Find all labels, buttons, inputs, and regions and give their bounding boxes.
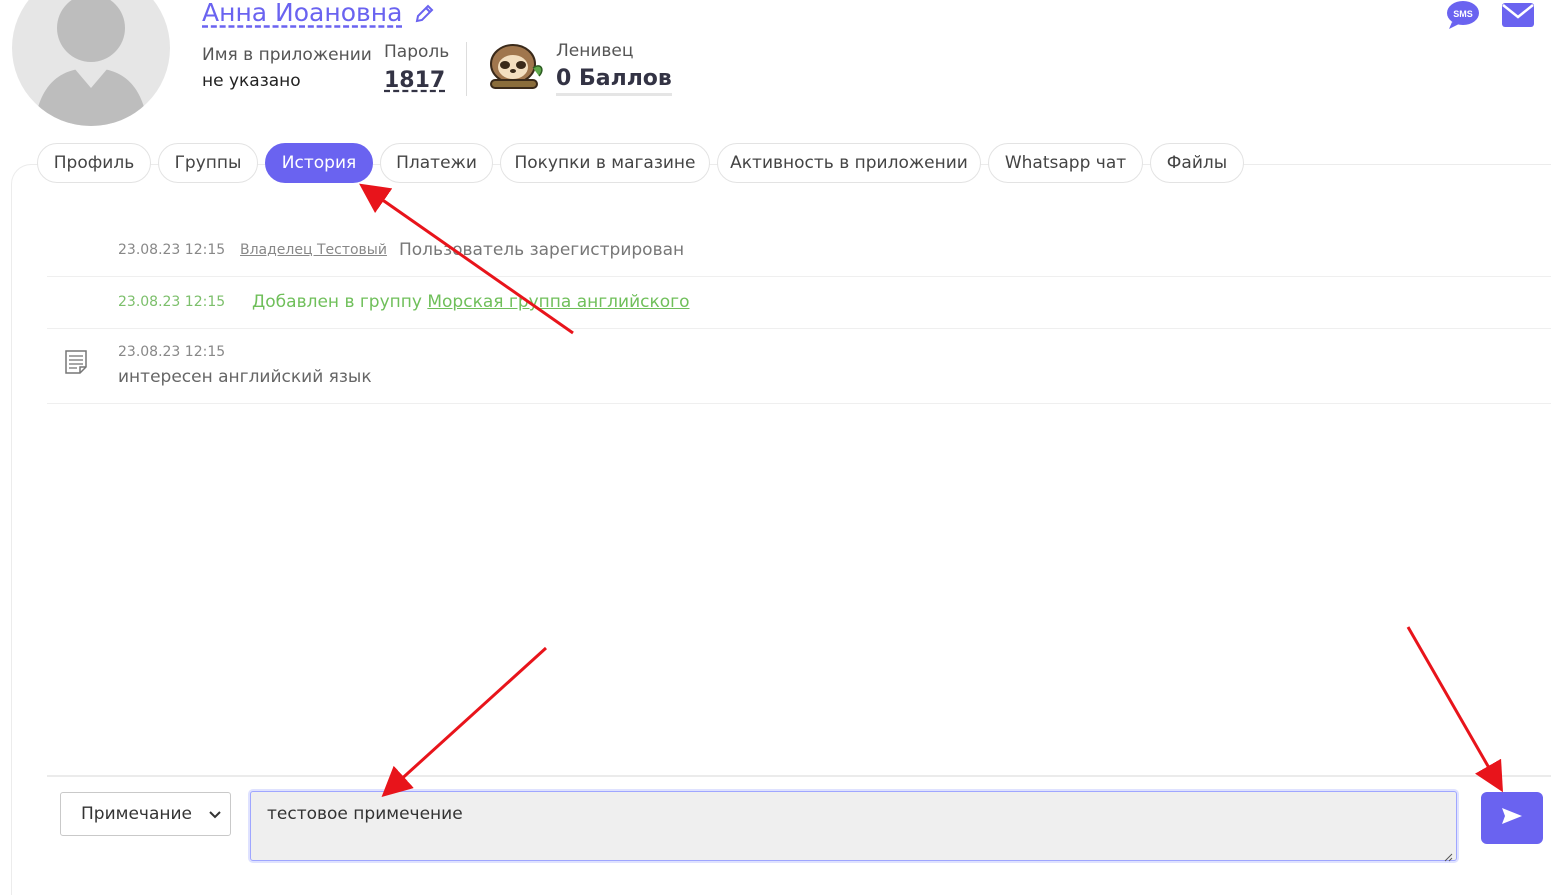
- entry-type-value: Примечание: [81, 804, 192, 824]
- history-group-link[interactable]: Морская группа английского: [427, 292, 689, 312]
- pencil-icon[interactable]: [414, 4, 434, 24]
- tab-profile[interactable]: Профиль: [37, 143, 151, 183]
- client-name-link[interactable]: Анна Иоановна: [202, 0, 402, 27]
- tab-payments[interactable]: Платежи: [380, 143, 493, 183]
- note-textarea[interactable]: тестовое примечение: [250, 791, 1457, 862]
- history-text: Пользователь зарегистрирован: [399, 240, 685, 260]
- divider: [466, 42, 467, 96]
- history-time: 23.08.23 12:15: [118, 242, 226, 258]
- sms-icon[interactable]: SMS: [1446, 0, 1480, 30]
- history-note-text: интересен английский язык: [118, 367, 372, 387]
- points-value[interactable]: 0 Баллов: [556, 66, 672, 96]
- password-value[interactable]: 1817: [384, 68, 445, 93]
- avatar: [12, 0, 170, 126]
- row-divider: [47, 403, 1551, 404]
- mail-icon[interactable]: [1501, 2, 1535, 28]
- composer-divider: [47, 775, 1551, 777]
- sloth-rank-icon: [485, 40, 547, 94]
- password-label: Пароль: [384, 42, 450, 62]
- chevron-down-icon: [208, 807, 222, 821]
- tab-groups[interactable]: Группы: [158, 143, 258, 183]
- note-text-value: тестовое примечение: [267, 804, 463, 824]
- rank-label: Ленивец: [556, 41, 634, 61]
- history-text: Добавлен в группу Морская группа английс…: [252, 292, 690, 312]
- row-divider: [47, 328, 1551, 329]
- history-panel: [11, 164, 1551, 895]
- tab-files[interactable]: Файлы: [1150, 143, 1244, 183]
- resize-handle-icon[interactable]: [1443, 847, 1453, 862]
- app-name-label: Имя в приложении: [202, 45, 372, 65]
- row-divider: [47, 276, 1551, 277]
- app-name-value: не указано: [202, 71, 301, 91]
- tab-app-activity[interactable]: Активность в приложении: [717, 143, 981, 183]
- history-time: 23.08.23 12:15: [118, 344, 226, 360]
- history-group-text: Добавлен в группу: [252, 292, 422, 312]
- sms-icon-text: SMS: [1453, 9, 1473, 19]
- tab-whatsapp-chat[interactable]: Whatsapp чат: [988, 143, 1143, 183]
- send-button[interactable]: [1481, 792, 1543, 844]
- note-icon: [64, 349, 88, 375]
- tab-store-purchases[interactable]: Покупки в магазине: [500, 143, 710, 183]
- history-author-link[interactable]: Владелец Тестовый: [240, 242, 387, 258]
- history-time: 23.08.23 12:15: [118, 294, 226, 310]
- tab-history[interactable]: История: [265, 143, 373, 183]
- send-icon: [1501, 807, 1523, 829]
- entry-type-select[interactable]: Примечание: [60, 792, 231, 836]
